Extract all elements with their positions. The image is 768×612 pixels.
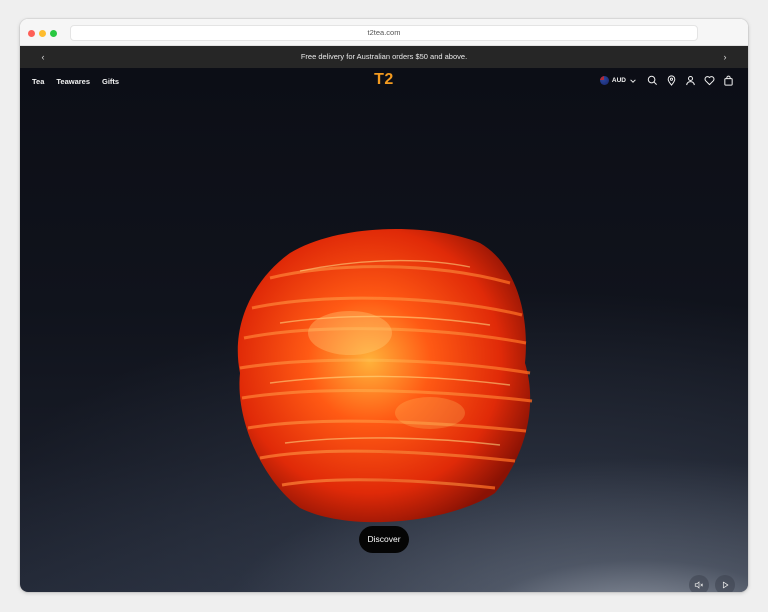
hero-sculpture-image: [237, 229, 533, 523]
browser-chrome: t2tea.com: [20, 19, 748, 46]
currency-label: AUD: [611, 77, 626, 84]
address-bar[interactable]: t2tea.com: [70, 25, 698, 41]
search-icon[interactable]: [647, 75, 658, 86]
window-maximize-button[interactable]: [50, 30, 57, 37]
chevron-right-icon[interactable]: ›: [718, 46, 732, 68]
currency-selector[interactable]: AUD: [599, 76, 637, 85]
location-pin-icon[interactable]: [666, 75, 677, 86]
announcement-text: Free delivery for Australian orders $50 …: [300, 52, 468, 61]
user-icon[interactable]: [685, 75, 696, 86]
play-icon[interactable]: [715, 575, 735, 592]
hero-section: Tea Teawares Gifts T2 AUD Discover: [20, 68, 748, 592]
australia-flag-icon: [599, 76, 609, 85]
chevron-down-icon: [630, 78, 636, 83]
heart-icon[interactable]: [704, 75, 715, 86]
utility-nav: AUD: [599, 75, 734, 86]
window-minimize-button[interactable]: [39, 30, 46, 37]
announcement-bar: ‹ Free delivery for Australian orders $5…: [20, 46, 748, 68]
volume-muted-icon[interactable]: [689, 575, 709, 592]
shopping-bag-icon[interactable]: [723, 75, 734, 86]
browser-window: t2tea.com ‹ Free delivery for Australian…: [20, 19, 748, 592]
discover-button[interactable]: Discover: [359, 526, 409, 553]
window-close-button[interactable]: [28, 30, 35, 37]
